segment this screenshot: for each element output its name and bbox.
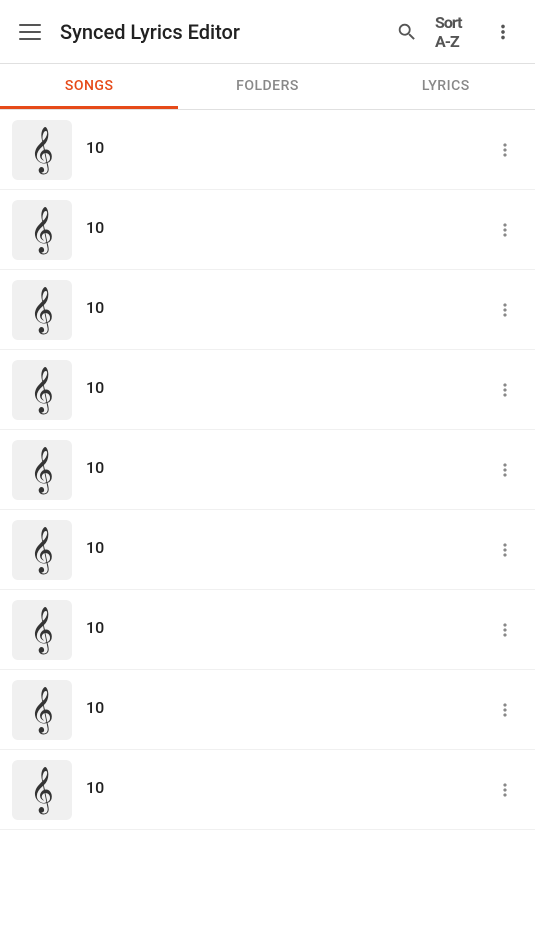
song-title: 10 bbox=[86, 778, 487, 797]
song-info: 10 bbox=[86, 618, 487, 641]
list-item[interactable]: 𝄞 10 bbox=[0, 750, 535, 830]
song-thumbnail: 𝄞 bbox=[12, 440, 72, 500]
song-info: 10 bbox=[86, 698, 487, 721]
song-thumbnail: 𝄞 bbox=[12, 120, 72, 180]
song-thumbnail: 𝄞 bbox=[12, 760, 72, 820]
song-more-button[interactable] bbox=[487, 452, 523, 488]
song-more-button[interactable] bbox=[487, 212, 523, 248]
song-thumbnail: 𝄞 bbox=[12, 680, 72, 740]
tab-songs[interactable]: SONGS bbox=[0, 64, 178, 109]
song-info: 10 bbox=[86, 138, 487, 161]
song-info: 10 bbox=[86, 778, 487, 801]
song-thumbnail: 𝄞 bbox=[12, 200, 72, 260]
tab-folders[interactable]: FOLDERS bbox=[178, 64, 356, 109]
list-item[interactable]: 𝄞 10 bbox=[0, 110, 535, 190]
song-thumbnail: 𝄞 bbox=[12, 360, 72, 420]
music-clef-icon: 𝄞 bbox=[30, 130, 54, 170]
song-info: 10 bbox=[86, 378, 487, 401]
list-item[interactable]: 𝄞 10 bbox=[0, 590, 535, 670]
song-title: 10 bbox=[86, 458, 487, 477]
song-thumbnail: 𝄞 bbox=[12, 280, 72, 340]
song-title: 10 bbox=[86, 218, 487, 237]
song-more-button[interactable] bbox=[487, 132, 523, 168]
music-clef-icon: 𝄞 bbox=[30, 370, 54, 410]
song-title: 10 bbox=[86, 378, 487, 397]
music-clef-icon: 𝄞 bbox=[30, 210, 54, 250]
song-thumbnail: 𝄞 bbox=[12, 520, 72, 580]
list-item[interactable]: 𝄞 10 bbox=[0, 350, 535, 430]
header-actions: Sort A-Z bbox=[387, 12, 523, 52]
song-info: 10 bbox=[86, 298, 487, 321]
song-title: 10 bbox=[86, 138, 487, 157]
list-item[interactable]: 𝄞 10 bbox=[0, 670, 535, 750]
list-item[interactable]: 𝄞 10 bbox=[0, 430, 535, 510]
song-more-button[interactable] bbox=[487, 292, 523, 328]
search-button[interactable] bbox=[387, 12, 427, 52]
song-info: 10 bbox=[86, 218, 487, 241]
song-title: 10 bbox=[86, 618, 487, 637]
music-clef-icon: 𝄞 bbox=[30, 690, 54, 730]
song-info: 10 bbox=[86, 458, 487, 481]
song-more-button[interactable] bbox=[487, 372, 523, 408]
tab-bar: SONGS FOLDERS LYRICS bbox=[0, 64, 535, 110]
music-clef-icon: 𝄞 bbox=[30, 530, 54, 570]
more-options-button[interactable] bbox=[483, 12, 523, 52]
menu-icon[interactable] bbox=[12, 14, 48, 50]
song-more-button[interactable] bbox=[487, 692, 523, 728]
song-more-button[interactable] bbox=[487, 612, 523, 648]
song-info: 10 bbox=[86, 538, 487, 561]
song-list: 𝄞 10 𝄞 10 bbox=[0, 110, 535, 830]
list-item[interactable]: 𝄞 10 bbox=[0, 270, 535, 350]
list-item[interactable]: 𝄞 10 bbox=[0, 190, 535, 270]
az-icon: Sort A-Z bbox=[435, 13, 475, 51]
song-more-button[interactable] bbox=[487, 532, 523, 568]
music-clef-icon: 𝄞 bbox=[30, 450, 54, 490]
song-title: 10 bbox=[86, 538, 487, 557]
list-item[interactable]: 𝄞 10 bbox=[0, 510, 535, 590]
sort-az-button[interactable]: Sort A-Z bbox=[435, 12, 475, 52]
music-clef-icon: 𝄞 bbox=[30, 610, 54, 650]
app-header: Synced Lyrics Editor Sort A-Z bbox=[0, 0, 535, 64]
song-thumbnail: 𝄞 bbox=[12, 600, 72, 660]
music-clef-icon: 𝄞 bbox=[30, 770, 54, 810]
song-title: 10 bbox=[86, 698, 487, 717]
tab-lyrics[interactable]: LYRICS bbox=[357, 64, 535, 109]
song-more-button[interactable] bbox=[487, 772, 523, 808]
app-title: Synced Lyrics Editor bbox=[60, 20, 387, 44]
song-title: 10 bbox=[86, 298, 487, 317]
music-clef-icon: 𝄞 bbox=[30, 290, 54, 330]
